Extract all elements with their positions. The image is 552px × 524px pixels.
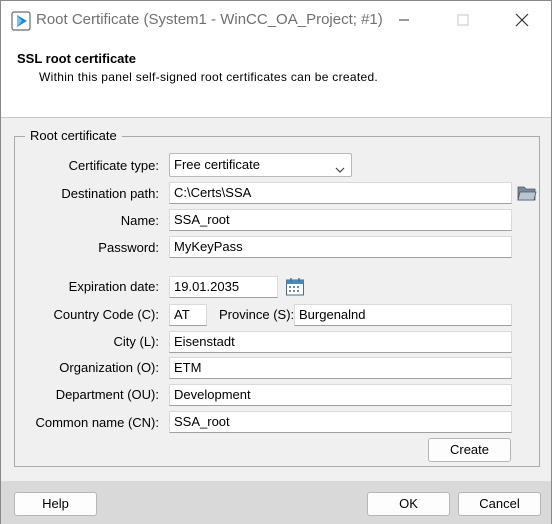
close-button[interactable]	[493, 1, 551, 39]
expiration-date-label: Expiration date:	[68, 279, 159, 294]
dialog-window: Root Certificate (System1 - WinCC_OA_Pro…	[0, 0, 552, 524]
province-field[interactable]: Burgenalnd	[294, 304, 512, 326]
header-panel: SSL root certificate Within this panel s…	[1, 39, 551, 118]
city-label: City (L):	[113, 334, 160, 349]
common-name-field[interactable]: SSA_root	[169, 411, 512, 433]
title-bar[interactable]: Root Certificate (System1 - WinCC_OA_Pro…	[1, 1, 551, 39]
destination-path-label: Destination path:	[61, 186, 159, 201]
expiration-date-field[interactable]: 19.01.2035	[169, 276, 278, 298]
cancel-button[interactable]: Cancel	[458, 492, 541, 516]
department-field[interactable]: Development	[169, 384, 512, 406]
wincc-play-icon	[11, 11, 31, 31]
common-name-label: Common name (CN):	[35, 415, 159, 430]
name-label: Name:	[120, 213, 159, 228]
window-title: Root Certificate (System1 - WinCC_OA_Pro…	[36, 11, 383, 28]
password-field[interactable]: MyKeyPass	[169, 236, 512, 258]
password-label: Password:	[98, 240, 159, 255]
name-field[interactable]: SSA_root	[169, 209, 512, 231]
create-button[interactable]: Create	[428, 438, 511, 462]
province-label: Province (S):	[219, 307, 295, 322]
maximize-button[interactable]	[434, 1, 492, 39]
close-icon	[515, 13, 529, 27]
calendar-icon[interactable]	[283, 275, 307, 299]
group-title: Root certificate	[25, 128, 122, 143]
certificate-type-label: Certificate type:	[68, 158, 159, 173]
city-field[interactable]: Eisenstadt	[169, 331, 512, 353]
country-code-field[interactable]: AT	[169, 304, 207, 326]
country-code-label: Country Code (C):	[53, 307, 159, 322]
organization-label: Organization (O):	[59, 360, 159, 375]
certificate-type-select[interactable]: Free certificate	[169, 153, 352, 177]
department-label: Department (OU):	[55, 387, 159, 402]
organization-field[interactable]: ETM	[169, 357, 512, 379]
ok-button[interactable]: OK	[367, 492, 450, 516]
minimize-button[interactable]	[375, 1, 433, 39]
folder-open-icon[interactable]	[515, 181, 539, 205]
help-button[interactable]: Help	[14, 492, 97, 516]
certificate-type-value: Free certificate	[174, 157, 260, 172]
chevron-down-icon	[335, 160, 345, 182]
destination-path-field[interactable]: C:\Certs\SSA	[169, 182, 512, 204]
header-subtitle: Within this panel self-signed root certi…	[39, 70, 379, 84]
header-title: SSL root certificate	[17, 51, 136, 66]
